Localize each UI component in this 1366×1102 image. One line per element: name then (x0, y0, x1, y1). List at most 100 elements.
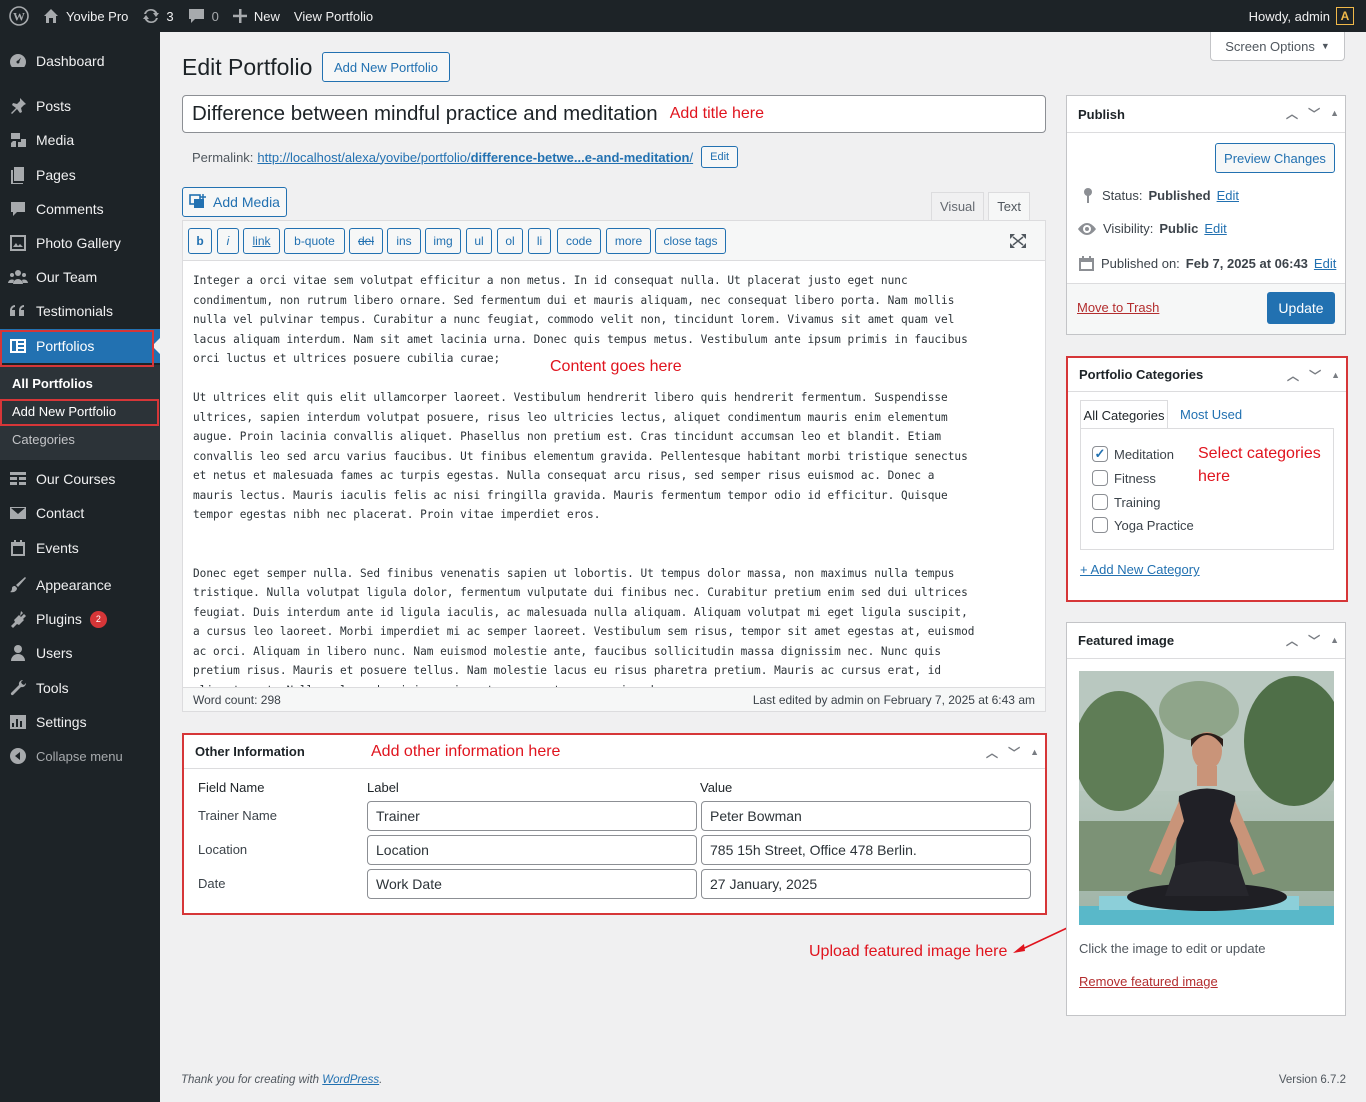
checkbox-checked[interactable]: ✓ (1092, 446, 1108, 462)
chevron-up-icon[interactable]: ︿ (1286, 105, 1298, 122)
qt-ol-button[interactable]: ol (497, 228, 523, 254)
collapse-menu-button[interactable]: Collapse menu (0, 739, 160, 773)
other-information-header[interactable]: Other Information Add other information … (184, 735, 1045, 769)
chevron-down-icon[interactable]: ﹀ (1308, 632, 1320, 649)
sidebar-item-appearance[interactable]: Appearance (0, 568, 160, 602)
footer-thanks: Thank you for creating with WordPress. (181, 1074, 382, 1086)
checkbox[interactable] (1092, 470, 1108, 486)
site-name-link[interactable]: Yovibe Pro (36, 0, 135, 32)
permalink-edit-button[interactable]: Edit (701, 146, 739, 168)
toggle-panel-icon[interactable]: ▲ (1030, 747, 1039, 757)
update-button[interactable]: Update (1267, 292, 1335, 324)
visibility-value: Public (1159, 221, 1199, 236)
featured-image-header[interactable]: Featured image ︿ ﹀ ▲ (1067, 623, 1345, 659)
chevron-down-icon[interactable]: ﹀ (1308, 105, 1320, 122)
toggle-panel-icon[interactable]: ▲ (1330, 635, 1339, 645)
preview-changes-button[interactable]: Preview Changes (1215, 143, 1335, 173)
visibility-edit-link[interactable]: Edit (1204, 221, 1226, 236)
category-item[interactable]: Fitness (1092, 470, 1156, 486)
add-new-category-link[interactable]: + Add New Category (1080, 562, 1200, 577)
tab-text[interactable]: Text (988, 192, 1031, 221)
sidebar-item-settings[interactable]: Settings (0, 705, 160, 739)
featured-image-photo[interactable] (1079, 671, 1334, 925)
content-textarea[interactable]: Integer a orci vitae sem volutpat effici… (193, 271, 1033, 700)
qt-li-button[interactable]: li (528, 228, 551, 254)
fullscreen-icon[interactable] (1009, 233, 1027, 252)
category-item[interactable]: Yoga Practice (1092, 517, 1194, 533)
sidebar-item-label: Testimonials (36, 303, 114, 319)
value-input[interactable]: Peter Bowman (701, 801, 1031, 831)
label-input[interactable]: Trainer (367, 801, 697, 831)
label-input[interactable]: Location (367, 835, 697, 865)
submenu-categories[interactable]: Categories (0, 425, 160, 453)
screen-options-button[interactable]: Screen Options ▼ (1210, 32, 1345, 61)
add-new-portfolio-button[interactable]: Add New Portfolio (322, 52, 450, 82)
qt-bquote-button[interactable]: b-quote (284, 228, 345, 254)
submenu-all-portfolios[interactable]: All Portfolios (0, 369, 160, 397)
category-item[interactable]: ✓ Meditation (1092, 446, 1174, 462)
updates-link[interactable]: 3 (135, 0, 180, 32)
sidebar-item-tools[interactable]: Tools (0, 671, 160, 705)
categories-header[interactable]: Portfolio Categories ︿ ﹀ ▲ (1068, 358, 1346, 392)
comments-link[interactable]: 0 (181, 0, 226, 32)
new-content-link[interactable]: New (226, 0, 287, 32)
move-to-trash-link[interactable]: Move to Trash (1077, 300, 1159, 315)
title-input[interactable]: Difference between mindful practice and … (182, 95, 1046, 133)
chevron-down-icon[interactable]: ﹀ (1309, 367, 1321, 384)
sidebar-item-media[interactable]: Media (0, 123, 160, 157)
wordpress-logo-icon[interactable]: W (0, 0, 36, 32)
qt-close-tags-button[interactable]: close tags (655, 228, 726, 254)
sidebar-item-photo-gallery[interactable]: Photo Gallery (0, 226, 160, 260)
sidebar-item-comments[interactable]: Comments (0, 192, 160, 226)
qt-del-button[interactable]: del (349, 228, 383, 254)
chevron-up-icon[interactable]: ︿ (1287, 367, 1299, 384)
chevron-down-icon[interactable]: ﹀ (1008, 744, 1020, 761)
qt-italic-button[interactable]: i (217, 228, 239, 254)
categories-controls: ︿ ﹀ ▲ (1287, 358, 1340, 392)
sidebar-item-testimonials[interactable]: Testimonials (0, 294, 160, 328)
qt-ins-button[interactable]: ins (387, 228, 421, 254)
qt-code-button[interactable]: code (557, 228, 601, 254)
label-input[interactable]: Work Date (367, 869, 697, 899)
category-item[interactable]: Training (1092, 494, 1160, 510)
checkbox[interactable] (1092, 494, 1108, 510)
value-input[interactable]: 785 15h Street, Office 478 Berlin. (701, 835, 1031, 865)
publish-header[interactable]: Publish ︿ ﹀ ▲ (1067, 96, 1345, 133)
qt-ul-button[interactable]: ul (466, 228, 492, 254)
admin-sidebar: Dashboard Posts Media Pages Comments Pho… (0, 32, 160, 1102)
remove-featured-image-link[interactable]: Remove featured image (1079, 974, 1218, 989)
tab-most-used[interactable]: Most Used (1180, 407, 1242, 422)
status-edit-link[interactable]: Edit (1217, 188, 1239, 203)
qt-bold-button[interactable]: b (188, 228, 212, 254)
sidebar-item-posts[interactable]: Posts (0, 89, 160, 123)
other-info-controls: ︿ ﹀ ▲ (986, 735, 1039, 769)
permalink-base: http://localhost/alexa/yovibe/portfolio/ (257, 149, 471, 165)
sidebar-item-our-courses[interactable]: Our Courses (0, 462, 160, 496)
sidebar-item-contact[interactable]: Contact (0, 496, 160, 530)
chevron-up-icon[interactable]: ︿ (986, 744, 998, 761)
tab-all-categories[interactable]: All Categories (1080, 400, 1168, 429)
qt-img-button[interactable]: img (425, 228, 461, 254)
wordpress-link[interactable]: WordPress (322, 1074, 379, 1086)
sidebar-item-events[interactable]: Events (0, 531, 160, 565)
my-account[interactable]: Howdy, admin A (1249, 7, 1366, 25)
chevron-up-icon[interactable]: ︿ (1286, 632, 1298, 649)
tab-visual[interactable]: Visual (931, 192, 985, 221)
sidebar-item-our-team[interactable]: Our Team (0, 260, 160, 294)
home-icon (44, 9, 58, 23)
sidebar-item-dashboard[interactable]: Dashboard (0, 44, 160, 78)
sidebar-item-pages[interactable]: Pages (0, 158, 160, 192)
qt-more-button[interactable]: more (606, 228, 651, 254)
editor-status-bar: Word count: 298 Last edited by admin on … (183, 687, 1045, 711)
permalink-link[interactable]: http://localhost/alexa/yovibe/portfolio/… (257, 150, 693, 165)
checkbox[interactable] (1092, 517, 1108, 533)
add-media-button[interactable]: Add Media (182, 187, 287, 217)
qt-link-button[interactable]: link (243, 228, 280, 254)
value-input[interactable]: 27 January, 2025 (701, 869, 1031, 899)
sidebar-item-plugins[interactable]: Plugins 2 (0, 602, 160, 636)
toggle-panel-icon[interactable]: ▲ (1330, 108, 1339, 118)
published-edit-link[interactable]: Edit (1314, 256, 1336, 271)
toggle-panel-icon[interactable]: ▲ (1331, 370, 1340, 380)
sidebar-item-users[interactable]: Users (0, 636, 160, 670)
view-portfolio-link[interactable]: View Portfolio (287, 0, 380, 32)
